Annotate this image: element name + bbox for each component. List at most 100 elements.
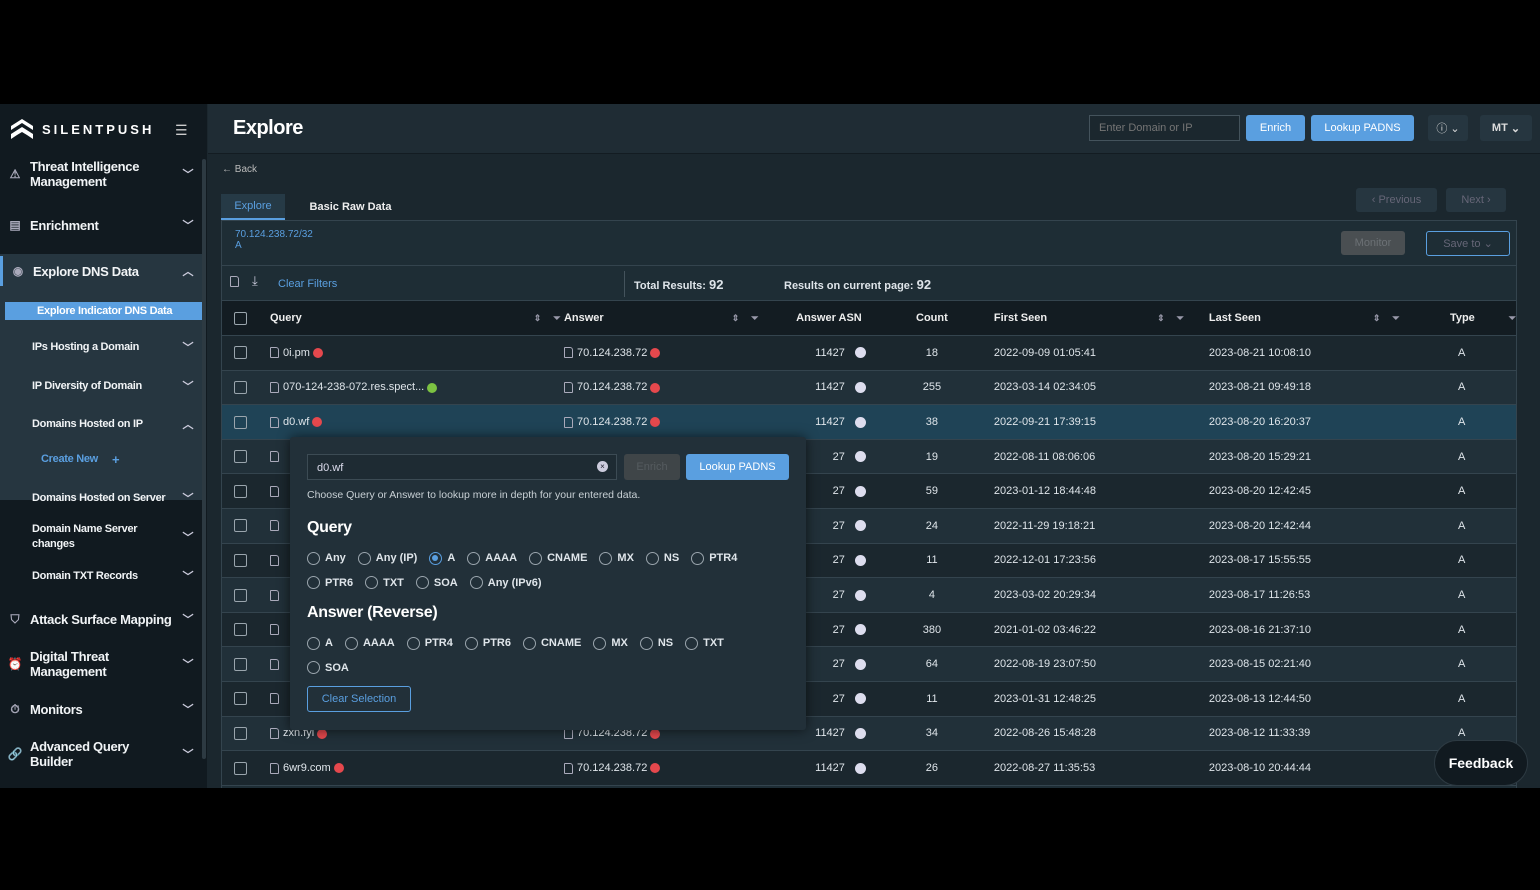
sidebar-item-explore-dns-data[interactable]: ◉ Explore DNS Data ︿: [0, 256, 202, 286]
sidebar-item-attack-surface-mapping[interactable]: ⛉ Attack Surface Mapping ﹀: [0, 602, 202, 636]
monitor-button[interactable]: Monitor: [1341, 231, 1405, 255]
row-checkbox[interactable]: [234, 692, 247, 706]
answer-radio-a[interactable]: A: [307, 632, 333, 654]
sort-icon[interactable]: ⇕: [732, 313, 740, 323]
clear-input-icon[interactable]: ×: [597, 461, 608, 472]
domain-search-input[interactable]: [1089, 115, 1240, 141]
row-checkbox[interactable]: [234, 657, 247, 671]
tab-explore[interactable]: Explore: [221, 194, 285, 220]
info-icon[interactable]: [854, 624, 866, 636]
popover-enrich-button[interactable]: Enrich: [624, 454, 680, 480]
query-radio-a[interactable]: A: [429, 547, 455, 569]
query-radio-soa[interactable]: SOA: [415, 572, 458, 594]
sort-icon[interactable]: ⇕: [1373, 313, 1381, 323]
info-icon[interactable]: [854, 762, 866, 774]
answer-radio-soa[interactable]: SOA: [307, 657, 349, 679]
lookup-padns-button[interactable]: Lookup PADNS: [1311, 115, 1414, 141]
info-icon[interactable]: [854, 451, 866, 463]
sidebar-item-threat-intelligence-management[interactable]: ⚠ Threat Intelligence Management ﹀: [0, 156, 202, 192]
info-icon[interactable]: [854, 520, 866, 532]
sidebar-item-digital-threat-management[interactable]: ⏰ Digital Threat Management ﹀: [0, 647, 202, 681]
answer-radio-ptr4[interactable]: PTR4: [406, 632, 453, 654]
filter-icon[interactable]: ⏷: [751, 313, 758, 323]
select-all-checkbox[interactable]: [234, 311, 247, 325]
next-button[interactable]: Next ›: [1446, 188, 1506, 212]
sidebar-item-monitors[interactable]: ⏱ Monitors ﹀: [0, 697, 202, 721]
row-checkbox[interactable]: [234, 519, 247, 533]
query-radio-aaaa[interactable]: AAAA: [467, 547, 517, 569]
answer-value[interactable]: 70.124.238.72: [577, 381, 647, 393]
info-icon[interactable]: [854, 693, 866, 705]
back-link[interactable]: ← Back: [222, 164, 257, 175]
answer-value[interactable]: 70.124.238.72: [577, 762, 647, 774]
collapse-menu-icon[interactable]: ☰: [175, 122, 188, 139]
table-row[interactable]: d0.wf 70.124.238.72 11427 38 2022-09-21 …: [222, 404, 1516, 440]
sort-icon[interactable]: ⇕: [534, 313, 542, 323]
sidebar-item-domains-hosted-on-server[interactable]: Domains Hosted on Server ﹀: [0, 481, 202, 515]
info-icon[interactable]: [854, 589, 866, 601]
copy-icon[interactable]: [563, 762, 573, 774]
clear-filters-link[interactable]: Clear Filters: [278, 278, 337, 290]
sidebar-item-create-new[interactable]: Create New +: [0, 449, 202, 469]
col-last-seen[interactable]: Last Seen: [1209, 312, 1261, 324]
query-value[interactable]: 0i.pm: [283, 347, 310, 359]
copy-icon[interactable]: [269, 728, 279, 740]
popover-lookup-padns-button[interactable]: Lookup PADNS: [686, 454, 789, 480]
tab-basic-raw-data[interactable]: Basic Raw Data: [298, 194, 403, 220]
query-radio-mx[interactable]: MX: [599, 547, 634, 569]
info-icon[interactable]: [854, 485, 866, 497]
info-icon[interactable]: [854, 728, 866, 740]
copy-icon[interactable]: [269, 520, 279, 532]
query-radio-any[interactable]: Any: [307, 547, 346, 569]
sidebar-item-domain-txt-records[interactable]: Domain TXT Records ﹀: [0, 565, 202, 587]
info-icon[interactable]: [854, 555, 866, 567]
row-checkbox[interactable]: [234, 484, 247, 498]
copy-icon[interactable]: [269, 416, 279, 428]
query-radio-ns[interactable]: NS: [645, 547, 679, 569]
row-checkbox[interactable]: [234, 346, 247, 360]
col-first-seen[interactable]: First Seen: [994, 312, 1047, 324]
row-checkbox[interactable]: [234, 726, 247, 740]
copy-icon[interactable]: [269, 693, 279, 705]
info-icon[interactable]: [854, 416, 866, 428]
answer-value[interactable]: 70.124.238.72: [577, 347, 647, 359]
sort-icon[interactable]: ⇕: [1157, 313, 1165, 323]
copy-icon[interactable]: [269, 589, 279, 601]
sidebar-item-explore-indicator-dns-data[interactable]: Explore Indicator DNS Data: [5, 302, 202, 320]
copy-icon[interactable]: [269, 451, 279, 463]
copy-icon[interactable]: [563, 416, 573, 428]
row-checkbox[interactable]: [234, 623, 247, 637]
copy-icon[interactable]: [269, 624, 279, 636]
query-radio-cname[interactable]: CNAME: [529, 547, 587, 569]
query-value[interactable]: 6wr9.com: [283, 762, 331, 774]
sidebar-item-ips-hosting-a-domain[interactable]: IPs Hosting a Domain ﹀: [0, 335, 202, 359]
answer-radio-txt[interactable]: TXT: [685, 632, 724, 654]
user-menu[interactable]: MT ⌄: [1480, 115, 1532, 141]
query-ip[interactable]: 70.124.238.72/32: [235, 229, 313, 240]
query-radio-ptr6[interactable]: PTR6: [307, 572, 353, 594]
row-checkbox[interactable]: [234, 450, 247, 464]
copy-icon[interactable]: [269, 658, 279, 670]
feedback-button[interactable]: Feedback: [1434, 740, 1528, 786]
info-icon[interactable]: [854, 658, 866, 670]
answer-value[interactable]: 70.124.238.72: [577, 416, 647, 428]
table-row[interactable]: 0i.pm 70.124.238.72 11427 18 2022-09-09 …: [222, 335, 1516, 371]
copy-icon[interactable]: [269, 485, 279, 497]
filter-icon[interactable]: ⏷: [1177, 313, 1184, 323]
answer-radio-ns[interactable]: NS: [639, 632, 673, 654]
sidebar-item-ip-diversity-of-domain[interactable]: IP Diversity of Domain ﹀: [0, 374, 202, 398]
answer-radio-aaaa[interactable]: AAAA: [344, 632, 395, 654]
col-query[interactable]: Query: [270, 312, 302, 324]
answer-radio-ptr6[interactable]: PTR6: [464, 632, 511, 654]
download-icon[interactable]: ⤓: [252, 273, 258, 289]
row-checkbox[interactable]: [234, 761, 247, 775]
query-radio-any-ipv6-[interactable]: Any (IPv6): [469, 572, 542, 594]
answer-radio-cname[interactable]: CNAME: [522, 632, 581, 654]
query-value[interactable]: 070-124-238-072.res.spect...: [283, 381, 424, 393]
row-checkbox[interactable]: [234, 553, 247, 567]
query-radio-any-ip-[interactable]: Any (IP): [357, 547, 417, 569]
copy-icon[interactable]: [269, 762, 279, 774]
filter-icon[interactable]: ⏷: [1392, 313, 1399, 323]
sidebar-item-enrichment[interactable]: ▤ Enrichment ﹀: [0, 213, 202, 237]
query-radio-ptr4[interactable]: PTR4: [691, 547, 737, 569]
